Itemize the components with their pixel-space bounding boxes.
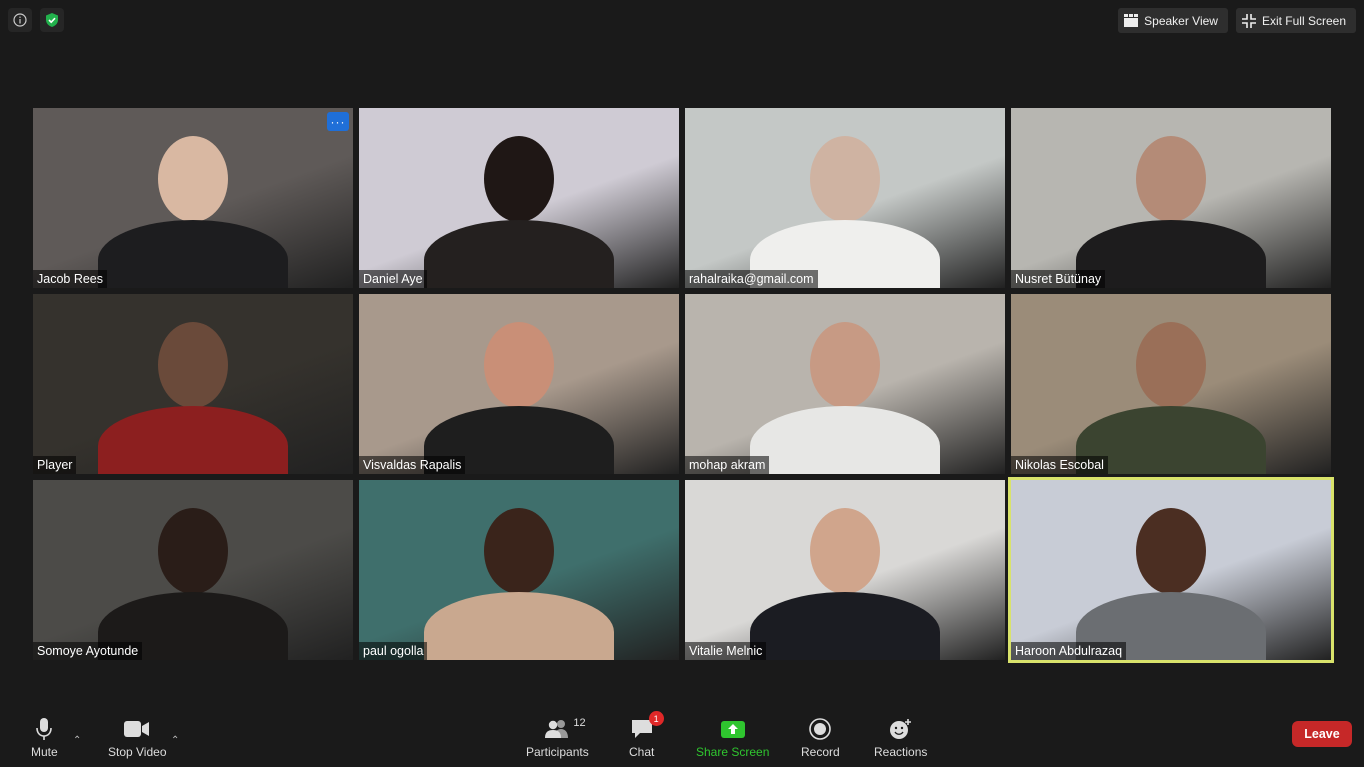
reactions-smiley-icon — [889, 719, 911, 739]
participant-head — [1136, 322, 1206, 408]
chat-unread-badge: 1 — [648, 711, 664, 726]
speaker-view-label: Speaker View — [1144, 13, 1218, 28]
exit-full-screen-icon — [1241, 13, 1256, 28]
chat-label: Chat — [629, 745, 655, 759]
participant-head — [1136, 136, 1206, 222]
participant-head — [810, 508, 880, 594]
share-screen-icon — [720, 721, 745, 738]
reactions-button[interactable]: Reactions — [874, 715, 927, 759]
video-tile[interactable]: Somoye Ayotunde — [33, 480, 353, 660]
participant-name: mohap akram — [685, 456, 770, 474]
exit-full-screen-label: Exit Full Screen — [1261, 13, 1346, 28]
video-tile[interactable]: Nikolas Escobal — [1011, 294, 1331, 474]
video-tile[interactable]: mohap akram — [685, 294, 1005, 474]
participants-icon — [545, 720, 569, 738]
video-camera-icon — [124, 721, 150, 737]
exit-full-screen-button[interactable]: Exit Full Screen — [1235, 8, 1356, 33]
meeting-info-icon[interactable] — [8, 8, 32, 32]
encryption-shield-icon[interactable] — [40, 8, 64, 32]
audio-options-chevron-icon[interactable]: ⌃ — [73, 735, 81, 746]
participant-name: Nikolas Escobal — [1011, 456, 1108, 474]
mute-label: Mute — [31, 745, 58, 759]
leave-meeting-button[interactable]: Leave — [1292, 721, 1352, 747]
record-label: Record — [801, 745, 840, 759]
video-tile[interactable]: Vitalie Melnic — [685, 480, 1005, 660]
participant-name: paul ogolla — [359, 642, 428, 660]
share-screen-button[interactable]: Share Screen — [696, 715, 769, 759]
participant-name: Jacob Rees — [33, 270, 108, 288]
video-options-chevron-icon[interactable]: ⌃ — [171, 735, 179, 746]
share-screen-label: Share Screen — [696, 745, 770, 759]
participant-head — [484, 508, 554, 594]
participant-name: Daniel Aye — [359, 270, 427, 288]
participants-count: 12 — [573, 717, 586, 729]
microphone-icon — [36, 718, 53, 740]
video-tile[interactable]: Nusret Bütünay — [1011, 108, 1331, 288]
participant-head — [810, 322, 880, 408]
participant-head — [810, 136, 880, 222]
participant-head — [158, 322, 228, 408]
video-tile[interactable]: ··· Jacob Rees — [33, 108, 353, 288]
record-button[interactable]: Record — [801, 715, 840, 759]
video-tile[interactable]: paul ogolla — [359, 480, 679, 660]
stop-video-label: Stop Video — [108, 745, 167, 759]
speaker-view-icon — [1124, 14, 1139, 27]
participant-name: rahalraika@gmail.com — [685, 270, 818, 288]
participant-name: Somoye Ayotunde — [33, 642, 143, 660]
meeting-controls-bar: Mute ⌃ Stop Video ⌃ 12 Participants 1 Ch… — [0, 711, 1364, 767]
participant-name: Vitalie Melnic — [685, 642, 767, 660]
gallery-grid: ··· Jacob Rees Daniel Aye rahalraika@gmai… — [33, 108, 1334, 663]
video-tile[interactable]: Player — [33, 294, 353, 474]
participant-name: Nusret Bütünay — [1011, 270, 1106, 288]
stop-video-button[interactable]: Stop Video — [108, 715, 167, 759]
video-tile[interactable]: rahalraika@gmail.com — [685, 108, 1005, 288]
record-icon — [809, 718, 832, 740]
chat-button[interactable]: 1 Chat — [629, 711, 664, 759]
participant-head — [158, 136, 228, 222]
participant-head — [1136, 508, 1206, 594]
video-tile[interactable]: Daniel Aye — [359, 108, 679, 288]
active-speaker-tile[interactable]: Haroon Abdulrazaq — [1008, 477, 1334, 663]
reactions-label: Reactions — [874, 745, 928, 759]
participant-head — [158, 508, 228, 594]
speaker-view-button[interactable]: Speaker View — [1118, 8, 1228, 33]
participant-name: Player — [33, 456, 77, 474]
participant-head — [484, 136, 554, 222]
participants-button[interactable]: 12 Participants — [526, 715, 589, 759]
tile-more-options-button[interactable]: ··· — [327, 112, 349, 131]
participants-label: Participants — [526, 745, 589, 759]
video-tile[interactable]: Visvaldas Rapalis — [359, 294, 679, 474]
participant-name: Visvaldas Rapalis — [359, 456, 466, 474]
participant-head — [484, 322, 554, 408]
mute-button[interactable]: Mute — [31, 715, 58, 759]
participant-name: Haroon Abdulrazaq — [1011, 642, 1127, 660]
